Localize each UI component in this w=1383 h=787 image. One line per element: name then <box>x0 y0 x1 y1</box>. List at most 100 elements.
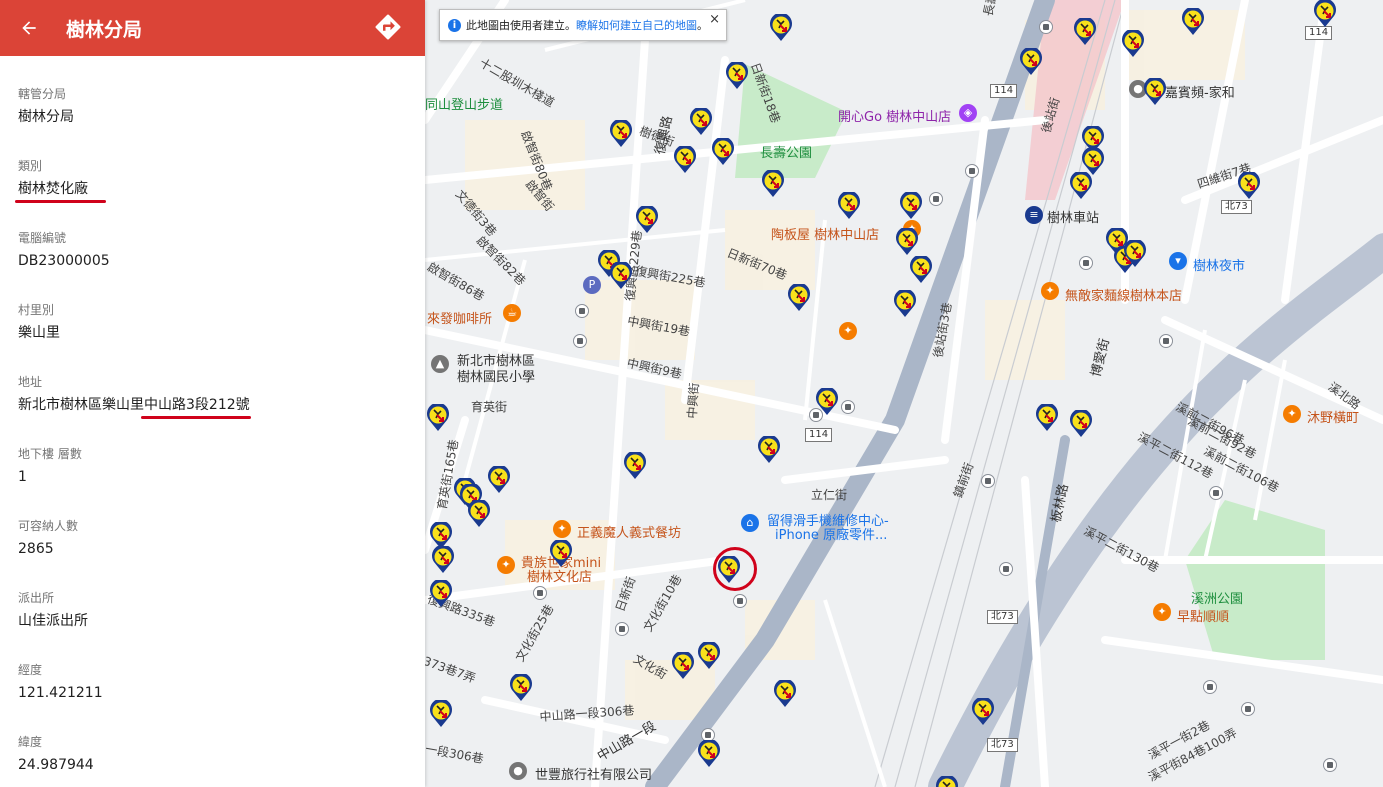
bus-stop-icon[interactable] <box>573 334 587 348</box>
bus-stop-icon[interactable] <box>1203 680 1217 694</box>
shelter-marker-icon[interactable] <box>609 120 633 148</box>
shelter-marker-icon[interactable] <box>1121 30 1145 58</box>
bus-stop-icon[interactable] <box>615 622 629 636</box>
directions-button[interactable] <box>373 12 403 42</box>
poi-zaodian[interactable]: 早點順順 <box>1177 606 1229 625</box>
shelter-marker-icon[interactable] <box>1143 78 1167 106</box>
train-station-icon[interactable]: ≡ <box>1025 206 1043 224</box>
poi-station[interactable]: 樹林車站 <box>1047 207 1099 226</box>
shelter-marker-icon[interactable] <box>899 192 923 220</box>
poi-cafe[interactable]: 來發咖啡所 <box>427 308 492 327</box>
park-changshou-label[interactable]: 長壽公園 <box>760 142 812 161</box>
shelter-marker-icon[interactable] <box>697 642 721 670</box>
shelter-marker-icon[interactable] <box>815 388 839 416</box>
shelter-marker-icon[interactable] <box>635 206 659 234</box>
shelter-marker-icon[interactable] <box>773 680 797 708</box>
parking-icon[interactable]: P <box>583 276 601 294</box>
restaurant-icon[interactable]: ✦ <box>553 520 571 538</box>
shelter-marker-icon[interactable] <box>895 228 919 256</box>
bus-stop-icon[interactable] <box>1039 20 1053 34</box>
shelter-marker-icon[interactable] <box>1019 48 1043 76</box>
shelter-marker-icon[interactable] <box>1069 172 1093 200</box>
restaurant-icon[interactable]: ✦ <box>1041 282 1059 300</box>
bus-stop-icon[interactable] <box>1241 702 1255 716</box>
school-icon[interactable]: ▲ <box>431 355 449 373</box>
back-button[interactable] <box>0 0 58 56</box>
bus-stop-icon[interactable] <box>841 400 855 414</box>
bus-stop-icon[interactable] <box>1159 334 1173 348</box>
shelter-marker-icon[interactable] <box>757 436 781 464</box>
learn-link[interactable]: 瞭解如何建立自己的地圖 <box>576 17 697 33</box>
shelter-marker-icon[interactable] <box>935 776 959 787</box>
map-canvas[interactable]: 日新街18巷 長壽街 十二股圳木棧道 啟智街80巷 樹德街 復興路 文德街3巷 … <box>425 0 1383 787</box>
cafe-icon[interactable]: ☕ <box>503 304 521 322</box>
poi-guizu-line2[interactable]: 樹林文化店 <box>527 566 592 585</box>
shelter-marker-icon[interactable] <box>837 192 861 220</box>
shelter-marker-icon[interactable] <box>971 698 995 726</box>
shelter-marker-icon[interactable] <box>1237 172 1261 200</box>
shelter-marker-icon[interactable] <box>509 674 533 702</box>
shelter-marker-icon[interactable] <box>1069 410 1093 438</box>
shelter-marker-icon[interactable] <box>711 138 735 166</box>
shopping-icon[interactable]: ◈ <box>959 104 977 122</box>
bus-stop-icon[interactable] <box>1209 486 1223 500</box>
shelter-marker-icon[interactable] <box>893 290 917 318</box>
bus-stop-icon[interactable] <box>981 474 995 488</box>
poi-wudi[interactable]: 無敵家麵線樹林本店 <box>1065 285 1182 304</box>
poi-travel[interactable]: 世豐旅行社有限公司 <box>535 764 652 783</box>
shelter-marker-icon[interactable] <box>697 740 721 768</box>
shelter-marker-icon[interactable] <box>1123 240 1147 268</box>
field-label: 可容納人數 <box>18 519 79 533</box>
bus-stop-icon[interactable] <box>929 192 943 206</box>
close-icon[interactable]: × <box>709 12 720 27</box>
shelter-marker-icon[interactable] <box>426 404 450 432</box>
shelter-marker-icon[interactable] <box>671 652 695 680</box>
poi-school-line2[interactable]: 樹林國民小學 <box>457 366 535 385</box>
poi-zhengyi[interactable]: 正義魔人義式餐坊 <box>577 522 681 541</box>
poi-phone-line2[interactable]: iPhone 原廠零件... <box>775 524 887 543</box>
poi-muye[interactable]: 沐野橫町 <box>1307 407 1359 426</box>
bus-stop-icon[interactable] <box>965 164 979 178</box>
bus-stop-icon[interactable] <box>575 304 589 318</box>
field-longitude: 經度 121.421211 <box>0 662 425 734</box>
bus-stop-icon[interactable] <box>999 562 1013 576</box>
restaurant-icon[interactable]: ✦ <box>1283 405 1301 423</box>
restaurant-icon[interactable]: ✦ <box>839 322 857 340</box>
shelter-marker-icon[interactable] <box>787 284 811 312</box>
park-xizhou-label[interactable]: 溪洲公園 <box>1191 588 1243 607</box>
info-icon: i <box>448 18 461 32</box>
shopping-cart-icon[interactable]: ▾ <box>1169 252 1187 270</box>
shelter-marker-icon[interactable] <box>431 546 455 574</box>
shelter-marker-icon[interactable] <box>609 262 633 290</box>
restaurant-icon[interactable]: ✦ <box>1153 603 1171 621</box>
phone-repair-icon[interactable]: ⌂ <box>741 514 759 532</box>
shelter-marker-icon[interactable] <box>467 500 491 528</box>
restaurant-icon[interactable]: ✦ <box>497 556 515 574</box>
poi-trail[interactable]: 同山登山步道 <box>425 94 503 113</box>
bus-stop-icon[interactable] <box>1079 256 1093 270</box>
poi-taobanwu[interactable]: 陶板屋 樹林中山店 <box>771 224 879 243</box>
poi-jiabin[interactable]: 嘉賓頻-家和 <box>1165 82 1235 101</box>
shelter-marker-icon[interactable] <box>487 466 511 494</box>
field-value: DB23000005 <box>18 253 110 269</box>
place-icon[interactable]: ● <box>509 762 527 780</box>
shelter-marker-icon[interactable] <box>623 452 647 480</box>
shelter-marker-icon[interactable] <box>689 108 713 136</box>
shelter-marker-icon[interactable] <box>549 540 573 568</box>
shelter-marker-icon[interactable] <box>1035 404 1059 432</box>
shelter-marker-icon[interactable] <box>1313 0 1337 28</box>
bus-stop-icon[interactable] <box>733 594 747 608</box>
poi-kaixin[interactable]: 開心Go 樹林中山店 <box>838 106 951 125</box>
bus-stop-icon[interactable] <box>533 586 547 600</box>
shelter-marker-icon[interactable] <box>673 146 697 174</box>
shelter-marker-icon[interactable] <box>725 62 749 90</box>
poi-market[interactable]: 樹林夜市 <box>1193 255 1245 274</box>
shelter-marker-icon[interactable] <box>1181 8 1205 36</box>
shelter-marker-icon[interactable] <box>909 256 933 284</box>
shelter-marker-icon[interactable] <box>761 170 785 198</box>
shelter-marker-icon[interactable] <box>769 14 793 42</box>
shelter-marker-icon[interactable] <box>429 700 453 728</box>
shelter-marker-icon[interactable] <box>1073 18 1097 46</box>
bus-stop-icon[interactable] <box>1323 758 1337 772</box>
shelter-marker-icon[interactable] <box>429 580 453 608</box>
